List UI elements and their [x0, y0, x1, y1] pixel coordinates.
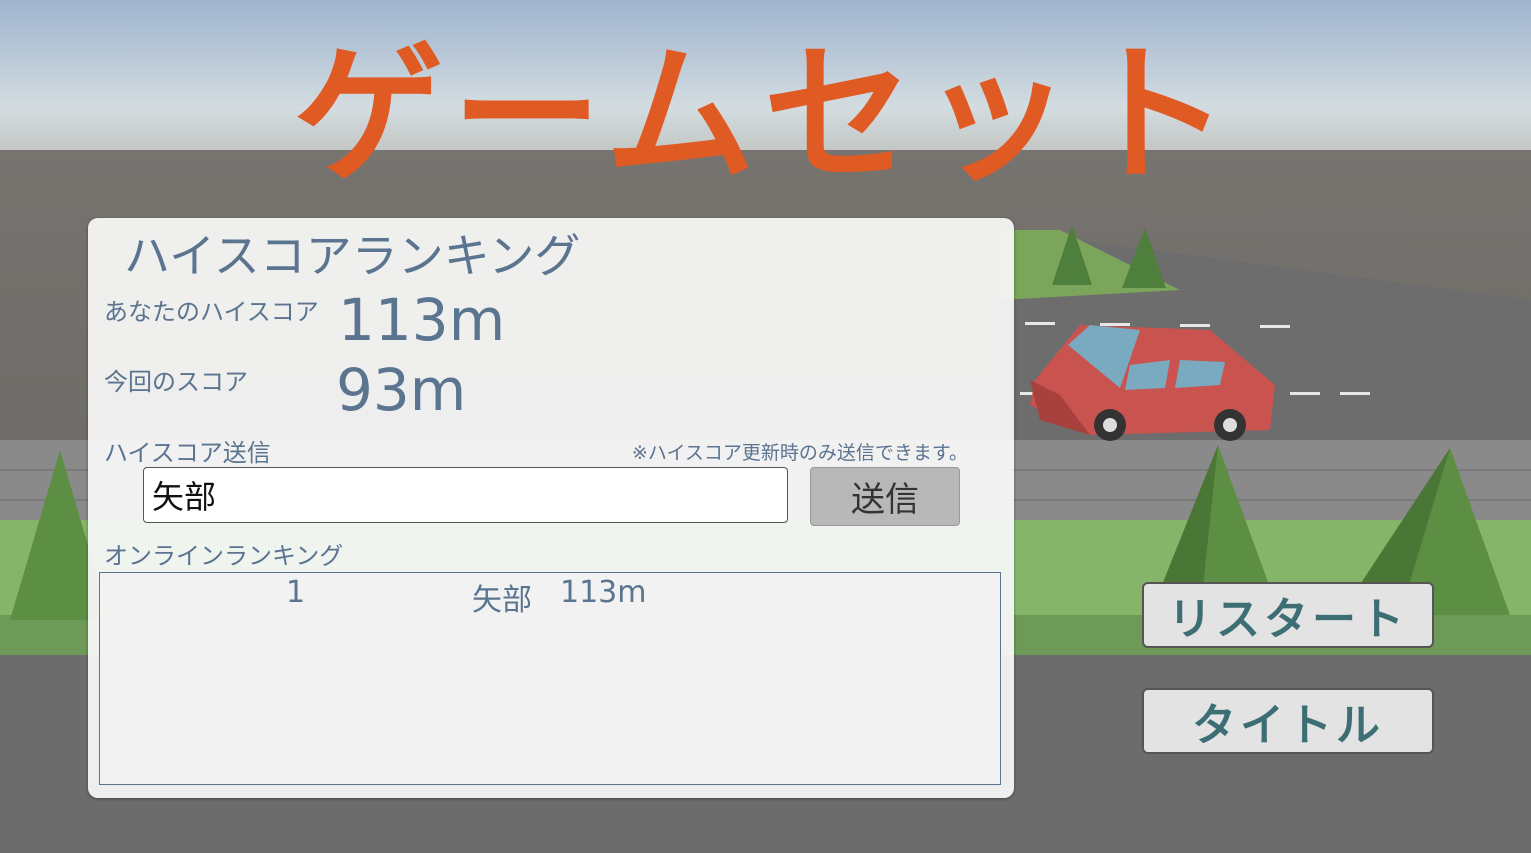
ranking-player-name: 矢部	[472, 583, 532, 618]
player-name-input[interactable]	[143, 467, 788, 523]
restart-button[interactable]: リスタート	[1142, 582, 1434, 648]
high-score-ranking-panel: ハイスコアランキング あなたのハイスコア 113m 今回のスコア 93m ハイス…	[88, 218, 1014, 798]
ranking-score: 113m	[560, 575, 647, 610]
submit-note: ※ハイスコア更新時のみ送信できます。	[631, 442, 968, 464]
current-score-label: 今回のスコア	[104, 368, 248, 396]
online-ranking-label: オンラインランキング	[104, 542, 344, 570]
high-score-submit-label: ハイスコア送信	[104, 439, 271, 467]
high-score-label: あなたのハイスコア	[104, 298, 319, 326]
game-over-title: ゲームセット	[293, 29, 1238, 203]
panel-title: ハイスコアランキング	[124, 229, 581, 283]
current-score-value: 93m	[336, 356, 467, 424]
ranking-position: 1	[286, 575, 306, 610]
send-button[interactable]: 送信	[810, 467, 960, 526]
ranking-row: 1 矢部 113m	[100, 573, 1000, 618]
high-score-value: 113m	[338, 286, 506, 354]
title-button[interactable]: タイトル	[1142, 688, 1434, 754]
online-ranking-list[interactable]: 1 矢部 113m	[99, 572, 1001, 785]
